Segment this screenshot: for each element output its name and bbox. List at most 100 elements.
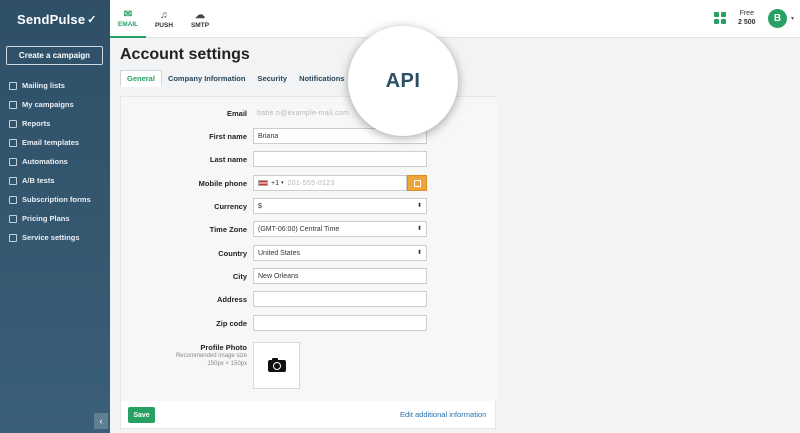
tab-company-information[interactable]: Company Information <box>162 70 252 87</box>
sidebar-item-automations[interactable]: Automations <box>0 152 110 171</box>
plan-name: Free <box>739 10 754 17</box>
page-title: Account settings <box>120 46 250 63</box>
camera-icon <box>267 357 286 372</box>
api-label: API <box>385 69 421 92</box>
email-label: Email <box>226 109 247 118</box>
general-settings-card: Email babe.n@example-mail.com First name… <box>120 96 497 429</box>
save-button[interactable]: Save <box>128 407 155 423</box>
list-icon <box>9 81 17 90</box>
chevron-down-icon[interactable]: ▾ <box>791 15 794 22</box>
time-zone-value: (GMT-06:00) Central Time <box>258 225 340 233</box>
country-label: Country <box>218 249 247 258</box>
service-tabs: ✉ EMAIL ♫ PUSH ☁ SMTP <box>110 0 218 38</box>
create-campaign-button[interactable]: Create a campaign <box>6 46 103 65</box>
tab-general[interactable]: General <box>120 70 162 87</box>
automation-icon <box>9 157 17 166</box>
address-field[interactable] <box>253 291 427 307</box>
campaign-icon <box>9 100 17 109</box>
currency-value: $ <box>258 202 262 210</box>
first-name-row: First name Briana <box>121 128 497 144</box>
tab-label: SMTP <box>190 21 210 29</box>
sidebar-item-label: Mailing lists <box>22 81 65 90</box>
tab-smtp[interactable]: ☁ SMTP <box>182 0 218 38</box>
sidebar-item-label: Service settings <box>22 233 80 242</box>
email-text: babe.n@example-mail.com <box>257 109 350 117</box>
last-name-row: Last name <box>121 151 497 167</box>
tab-notifications[interactable]: Notifications <box>293 70 350 87</box>
country-code[interactable]: +1 <box>271 180 279 187</box>
mobile-phone-row: Mobile phone +1 ▾ 201-555-0123 <box>121 175 497 191</box>
collapse-sidebar-button[interactable]: ‹ <box>94 413 108 429</box>
country-select[interactable]: United States ⬍ <box>253 245 427 261</box>
zip-code-row: Zip code <box>121 315 497 331</box>
chevron-down-icon[interactable]: ▾ <box>281 180 284 186</box>
top-bar: ✉ EMAIL ♫ PUSH ☁ SMTP Free 2 500 B ▾ <box>110 0 800 38</box>
bell-icon: ♫ <box>160 9 168 21</box>
apps-grid-icon[interactable] <box>714 12 726 24</box>
mobile-phone-field[interactable]: +1 ▾ 201-555-0123 <box>253 175 407 191</box>
chevron-left-icon: ‹ <box>99 416 103 426</box>
tab-label: EMAIL <box>117 20 139 28</box>
avatar[interactable]: B <box>768 9 787 28</box>
plan-info[interactable]: Free 2 500 <box>738 9 756 27</box>
address-row: Address <box>121 291 497 307</box>
edit-additional-info-link[interactable]: Edit additional information <box>400 410 486 419</box>
report-icon <box>9 119 17 128</box>
select-arrow-icon: ⬍ <box>416 203 422 209</box>
sidebar-item-label: Automations <box>22 157 68 166</box>
select-arrow-icon: ⬍ <box>416 226 422 232</box>
ab-test-icon <box>9 176 17 185</box>
mobile-phone-label: Mobile phone <box>198 179 247 188</box>
sidebar-item-ab-tests[interactable]: A/B tests <box>0 171 110 190</box>
city-label: City <box>232 272 247 281</box>
profile-photo-label-group: Profile Photo Recommended image size 150… <box>121 343 247 368</box>
pricing-icon <box>9 214 17 223</box>
currency-select[interactable]: $ ⬍ <box>253 198 427 214</box>
us-flag-icon[interactable] <box>258 180 268 186</box>
sidebar-item-email-templates[interactable]: Email templates <box>0 133 110 152</box>
tab-label: PUSH <box>154 21 174 29</box>
sidebar-item-label: Subscription forms <box>22 195 91 204</box>
sidebar: SendPulse ✓ Create a campaign Mailing li… <box>0 0 110 433</box>
city-field[interactable]: New Orleans <box>253 268 427 284</box>
phone-number: 201-555-0123 <box>287 179 335 187</box>
address-label: Address <box>216 295 247 304</box>
calendar-icon <box>413 179 421 187</box>
country-value: United States <box>258 249 301 257</box>
currency-row: Currency $ ⬍ <box>121 198 497 214</box>
sidebar-item-label: A/B tests <box>22 176 55 185</box>
envelope-icon: ✉ <box>123 8 133 20</box>
account-form: Email babe.n@example-mail.com First name… <box>121 97 497 401</box>
sidebar-item-subscription-forms[interactable]: Subscription forms <box>0 190 110 209</box>
profile-photo-upload[interactable] <box>253 342 300 389</box>
form-icon <box>9 195 17 204</box>
profile-photo-hint: Recommended image size <box>175 353 247 359</box>
api-tab-magnifier[interactable]: API <box>348 26 458 136</box>
tab-security[interactable]: Security <box>251 70 293 87</box>
sidebar-item-label: Pricing Plans <box>22 214 70 223</box>
sidebar-item-my-campaigns[interactable]: My campaigns <box>0 95 110 114</box>
city-row: City New Orleans <box>121 268 497 284</box>
sidebar-item-label: Reports <box>22 119 51 128</box>
zip-code-field[interactable] <box>253 315 427 331</box>
sidebar-item-label: My campaigns <box>22 100 74 109</box>
tab-push[interactable]: ♫ PUSH <box>146 0 182 38</box>
sidebar-item-mailing-lists[interactable]: Mailing lists <box>0 76 110 95</box>
sidebar-item-service-settings[interactable]: Service settings <box>0 228 110 247</box>
verify-phone-button[interactable] <box>407 175 427 191</box>
time-zone-label: Time Zone <box>209 225 247 234</box>
cloud-icon: ☁ <box>195 9 205 21</box>
profile-photo-label: Profile Photo <box>200 343 247 352</box>
time-zone-select[interactable]: (GMT-06:00) Central Time ⬍ <box>253 221 427 237</box>
sidebar-item-pricing-plans[interactable]: Pricing Plans <box>0 209 110 228</box>
last-name-field[interactable] <box>253 151 427 167</box>
sidebar-item-reports[interactable]: Reports <box>0 114 110 133</box>
tab-email[interactable]: ✉ EMAIL <box>110 0 146 38</box>
sidebar-item-label: Email templates <box>22 138 80 147</box>
brand-logo[interactable]: SendPulse ✓ <box>0 0 110 38</box>
settings-icon <box>9 233 17 242</box>
template-icon <box>9 138 17 147</box>
sidebar-nav: Mailing lists My campaigns Reports Email… <box>0 76 110 247</box>
time-zone-row: Time Zone (GMT-06:00) Central Time ⬍ <box>121 221 497 237</box>
country-row: Country United States ⬍ <box>121 245 497 261</box>
